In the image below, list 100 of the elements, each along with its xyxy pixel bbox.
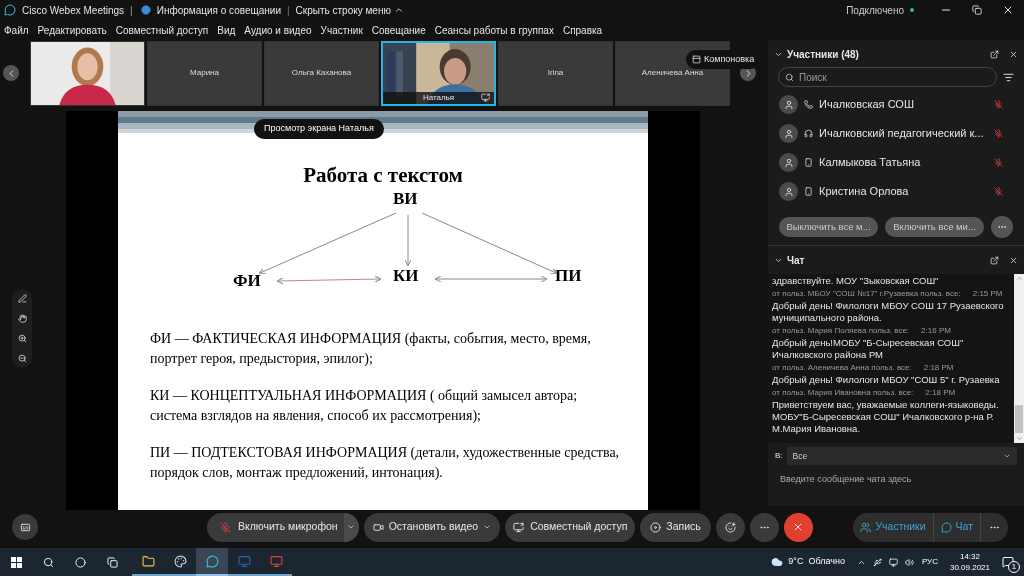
chat-bubble-icon <box>205 554 219 568</box>
menu-item[interactable]: Сеансы работы в группах <box>434 22 554 38</box>
avatar-icon <box>779 182 798 201</box>
panel-title: Участники (48) <box>787 47 859 62</box>
search-icon <box>785 73 794 82</box>
screen-share-label: Просмотр экрана Наталья <box>254 119 384 139</box>
meeting-info-button[interactable]: Информация о совещании <box>156 2 281 18</box>
participant-name: Ольга Каханова <box>291 67 352 79</box>
sort-icon[interactable] <box>1003 71 1014 83</box>
menu-item[interactable]: Справка <box>562 22 603 38</box>
panel-tab[interactable]: Участники <box>853 512 934 542</box>
usb-icon <box>872 557 882 567</box>
pen-icon[interactable] <box>17 294 27 303</box>
hand-icon[interactable] <box>17 314 27 323</box>
chat-message: Добрый день! Филологи МБОУ "СОШ 5" г. Рузаевка <box>772 374 1001 386</box>
record-button[interactable]: Запись <box>640 512 711 542</box>
zoom-in-icon[interactable] <box>17 334 27 343</box>
participant-name: Ичалковский педагогический к... <box>819 126 985 142</box>
pop-out-icon[interactable] <box>990 255 999 265</box>
mobile-icon <box>804 187 813 196</box>
monitor-icon <box>237 554 251 568</box>
menu-item[interactable]: Вид <box>217 22 236 38</box>
record-icon <box>650 521 662 533</box>
message-sender: от польз. Мария Поляева польз. все: <box>772 325 910 337</box>
hide-menu-button[interactable]: Скрыть строку меню <box>295 2 391 18</box>
language-indicator: РУС <box>921 556 938 568</box>
participant-row[interactable]: Кристина Орлова <box>768 177 1024 206</box>
task-view-icon[interactable] <box>107 556 118 568</box>
avatar-icon <box>779 124 798 143</box>
slide-title: Работа с текстом <box>302 165 464 186</box>
participant-row[interactable]: Ичалковская СОШ <box>768 90 1024 119</box>
restore-icon[interactable] <box>972 5 982 15</box>
avatar-icon <box>779 95 798 114</box>
sharing-icon <box>481 93 490 102</box>
participant-name: Аленичева Анна <box>641 67 704 79</box>
mute-control-button[interactable]: Выключить все м... <box>779 217 878 237</box>
participant-name: Ичалковская СОШ <box>819 97 915 113</box>
scroll-thumb[interactable] <box>1015 405 1023 433</box>
mobile-icon <box>804 158 813 167</box>
chat-bubble-icon <box>940 521 952 533</box>
message-sender: от польз. Аленичева Анна польз. все: <box>772 362 912 374</box>
message-time: 2:15 PM <box>972 288 1003 300</box>
message-sender: от польз. МБОУ "СОШ №17" г.Рузаевка польз. все: <box>772 288 961 300</box>
separator-text: | <box>130 3 133 18</box>
taskbar-app[interactable] <box>196 548 228 576</box>
participant-row[interactable]: Калмыкова Татьяна <box>768 148 1024 177</box>
start-icon[interactable] <box>11 556 22 568</box>
chat-message: здравствуйте. МОУ "Зыковская СОШ" <box>772 275 940 287</box>
captions-button[interactable] <box>12 514 38 540</box>
headset-icon <box>804 129 813 138</box>
menu-item[interactable]: Совместный доступ <box>115 22 209 38</box>
more-button[interactable] <box>991 216 1013 238</box>
assistant-icon[interactable] <box>75 556 86 568</box>
slide-paragraph: ФИ — ФАКТИЧЕСКАЯ ИНФОРМАЦИЯ (факты, события, место, время, портрет героя, предыстория, эпилог); <box>150 330 592 368</box>
search-field[interactable]: Поиск <box>778 67 997 87</box>
panel-tab[interactable]: Чат <box>933 512 981 542</box>
participant-name: Кристина Орлова <box>819 184 910 200</box>
palette-icon <box>173 554 187 568</box>
mute-control-button[interactable]: Включить все ми... <box>885 217 984 237</box>
camera-icon <box>372 521 384 533</box>
diagram-label: ФИ <box>233 272 261 289</box>
message-time: 2:16 PM <box>921 325 951 337</box>
video-button[interactable]: Остановить видео <box>363 512 501 542</box>
zoom-out-icon[interactable] <box>17 354 27 363</box>
recipient-dropdown[interactable]: Все <box>786 447 1017 465</box>
caret-icon <box>1003 452 1011 460</box>
folder-icon <box>141 554 155 568</box>
diagram-label: ВИ <box>393 190 418 207</box>
phone-icon <box>804 100 813 109</box>
diagram-label: ПИ <box>555 267 582 284</box>
share-screen-icon <box>513 521 525 533</box>
participant-row[interactable]: Ичалковский педагогический к... <box>768 119 1024 148</box>
layout-icon <box>692 55 701 64</box>
menu-item[interactable]: Аудио и видео <box>244 22 312 38</box>
close-icon[interactable] <box>1002 4 1014 16</box>
previous-button[interactable] <box>3 65 19 81</box>
captions-icon <box>19 521 31 533</box>
pop-out-icon[interactable] <box>990 49 999 59</box>
chat-input[interactable]: Введите сообщение чата здесь <box>780 473 1012 487</box>
menu-item[interactable]: Файл <box>4 22 29 38</box>
notification-count: 1 <box>1008 561 1020 573</box>
monitor-icon <box>269 554 283 568</box>
search-icon[interactable] <box>43 556 54 568</box>
participant-name: Наталья <box>422 91 455 104</box>
caret-icon <box>483 523 492 531</box>
diagram-label: КИ <box>393 267 419 284</box>
slide-paragraph: ПИ — ПОДТЕКСТОВАЯ ИНФОРМАЦИЯ (детали, художественные средства, порядок слов, монтаж предложений, интонация). <box>150 444 621 482</box>
chat-message: Добрый день! Филологи МБОУ СОШ 17 Рузаевского муниципального района. <box>772 300 1005 324</box>
reactions-button[interactable] <box>715 512 745 542</box>
menu-item[interactable]: Совещание <box>371 22 426 38</box>
separator-text: | <box>286 3 290 18</box>
share-button[interactable]: Совместный доступ <box>505 512 636 542</box>
close-icon[interactable] <box>1009 255 1018 265</box>
recipient-label: В: <box>775 450 783 462</box>
menu-item[interactable]: Редактировать <box>37 22 107 38</box>
menu-item[interactable]: Участник <box>320 22 363 38</box>
leave-button[interactable] <box>783 512 813 542</box>
chevron-up-icon[interactable] <box>393 5 404 15</box>
clock-date: 30.09.2021 <box>949 562 990 573</box>
close-icon[interactable] <box>1009 49 1018 59</box>
